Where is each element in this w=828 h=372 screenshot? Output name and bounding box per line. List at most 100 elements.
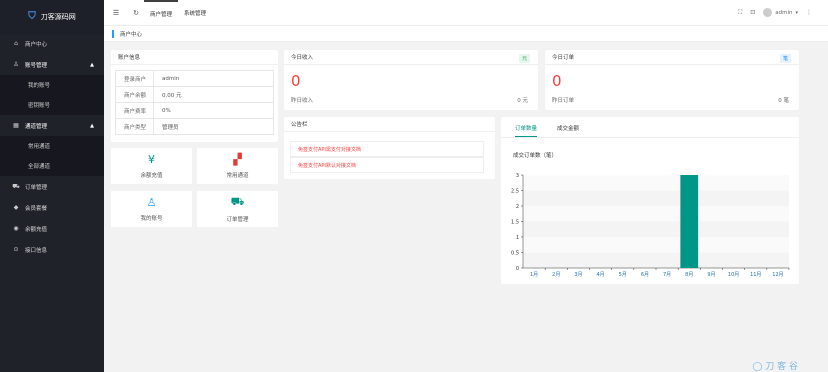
x-tick-label: 11月 bbox=[750, 272, 761, 278]
quick-channels-button[interactable]: ▞ 常用通道 bbox=[197, 148, 278, 184]
sidebar-group-channel[interactable]: ▦ 通道管理 ▲ bbox=[0, 115, 104, 136]
tab-merchant[interactable]: 商户管理 bbox=[144, 0, 179, 26]
y-tick-label: 0.5 bbox=[511, 251, 519, 257]
refresh-icon[interactable]: ↻ bbox=[128, 9, 144, 17]
row-value: 0% bbox=[153, 102, 274, 119]
sidebar-item-label: 商户中心 bbox=[25, 41, 48, 48]
apps-icon: ▞ bbox=[233, 153, 242, 166]
user-menu[interactable]: admin ▾ bbox=[763, 8, 798, 17]
home-icon: ⌂ bbox=[14, 40, 18, 47]
row-value: admin bbox=[153, 70, 274, 87]
sidebar: ⛉ 刀客源码网 ⌂ 商户中心 ♙ 账号管理 ▲ 我的账号 密钥账号 ▦ 通道管理… bbox=[0, 0, 104, 372]
notice-item[interactable]: 免签支付API需支付对接文档 bbox=[290, 141, 484, 157]
user-icon: ♙ bbox=[146, 196, 157, 209]
cart-icon: ⛟ bbox=[12, 182, 20, 190]
account-info-table: 登录商户 admin 商户余额 0.00 元 商户费率 0% 商户类型 管理员 bbox=[115, 70, 274, 135]
app-root: ⛉ 刀客源码网 ⌂ 商户中心 ♙ 账号管理 ▲ 我的账号 密钥账号 ▦ 通道管理… bbox=[0, 0, 828, 372]
card-title: 公告栏 bbox=[284, 117, 495, 132]
x-tick-label: 7月 bbox=[663, 272, 671, 278]
sidebar-item-label: 余额充值 bbox=[25, 226, 48, 233]
sidebar-item-orders[interactable]: ⛟ 订单管理 bbox=[0, 176, 104, 197]
orders-sub-value: 0 笔 bbox=[778, 98, 789, 104]
today-income-card: 今日收入 元 0 昨日收入 0 元 bbox=[284, 50, 538, 110]
more-icon[interactable]: ⋮ bbox=[806, 9, 812, 16]
user-name: admin bbox=[775, 9, 793, 16]
watermark: ◯ 刀 客 谷 bbox=[752, 362, 798, 372]
sidebar-item-my-account[interactable]: 我的账号 bbox=[0, 75, 104, 95]
y-tick-label: 1.5 bbox=[511, 220, 519, 226]
table-row: 商户余额 0.00 元 bbox=[115, 86, 274, 103]
cart-icon: ⛟ bbox=[230, 195, 245, 208]
row-key: 商户余额 bbox=[115, 86, 154, 103]
lock-icon[interactable]: ⊡ bbox=[750, 9, 755, 16]
chart-band bbox=[523, 221, 789, 237]
chevron-up-icon: ▲ bbox=[90, 61, 94, 68]
user-icon: ♙ bbox=[13, 61, 19, 68]
chart-band bbox=[523, 237, 789, 253]
x-tick-label: 8月 bbox=[685, 272, 693, 278]
y-tick-label: 2 bbox=[516, 204, 519, 210]
notice-item[interactable]: 免签支付API默认对接文档 bbox=[290, 157, 484, 173]
row-value: 管理员 bbox=[153, 118, 274, 135]
quick-account-button[interactable]: ♙ 我的账号 bbox=[111, 191, 192, 227]
x-tick-label: 5月 bbox=[619, 272, 627, 278]
y-tick-label: 1 bbox=[516, 235, 519, 241]
quick-label: 余额充值 bbox=[140, 173, 163, 179]
chart-band bbox=[523, 190, 789, 206]
notice-card: 公告栏 免签支付API需支付对接文档 免签支付API默认对接文档 bbox=[284, 117, 495, 179]
avatar bbox=[763, 8, 773, 17]
sidebar-group-account[interactable]: ♙ 账号管理 ▲ bbox=[0, 54, 104, 75]
topbar: ☰ ↻ 商户管理 系统管理 ⛶ ⊡ admin ▾ ⋮ bbox=[104, 0, 828, 26]
sidebar-item-label: 账号管理 bbox=[25, 62, 48, 69]
sidebar-submenu-channel: 常用通道 全部通道 bbox=[0, 136, 104, 176]
menu-toggle-icon[interactable]: ☰ bbox=[108, 9, 124, 17]
breadcrumb: 商户中心 bbox=[104, 26, 828, 42]
x-tick-label: 10月 bbox=[728, 272, 739, 278]
sidebar-item-recharge[interactable]: ◉ 余额充值 bbox=[0, 218, 104, 239]
table-row: 登录商户 admin bbox=[115, 70, 274, 87]
tab-settings[interactable]: 系统管理 bbox=[178, 0, 212, 26]
sidebar-item-label: 会员套餐 bbox=[25, 205, 48, 212]
income-sub-label: 昨日收入 bbox=[291, 98, 314, 104]
chart-card: 订单数量 成交金额 成交订单数（笔） 0 0.5 1 1.5 2 2.5 3 1月 2月 3月 4月… bbox=[501, 117, 799, 284]
app-title: 刀客源码网 bbox=[40, 12, 76, 21]
sidebar-item-home[interactable]: ⌂ 商户中心 bbox=[0, 33, 104, 54]
breadcrumb-current[interactable]: 商户中心 bbox=[120, 30, 142, 38]
card-title: 今日收入 bbox=[284, 50, 538, 65]
chart-bar bbox=[680, 175, 699, 268]
chevron-up-icon: ▲ bbox=[90, 122, 94, 129]
sidebar-item-label: 接口信息 bbox=[25, 247, 48, 254]
sidebar-item-api[interactable]: ⊙ 接口信息 bbox=[0, 239, 104, 260]
row-value: 0.00 元 bbox=[153, 86, 274, 103]
today-orders-card: 今日订单 笔 0 昨日订单 0 笔 bbox=[545, 50, 799, 110]
x-tick-label: 6月 bbox=[641, 272, 649, 278]
table-row: 商户类型 管理员 bbox=[115, 118, 274, 135]
row-key: 商户费率 bbox=[115, 102, 154, 119]
logo[interactable]: ⛉ 刀客源码网 bbox=[0, 0, 104, 33]
income-sub-value: 0 元 bbox=[517, 98, 528, 104]
sidebar-item-common-channel[interactable]: 常用通道 bbox=[0, 136, 104, 156]
breadcrumb-marker bbox=[112, 29, 114, 38]
fullscreen-icon[interactable]: ⛶ bbox=[738, 9, 742, 17]
x-tick-label: 1月 bbox=[530, 272, 538, 278]
y-tick-label: 2.5 bbox=[511, 189, 519, 195]
quick-recharge-button[interactable]: ¥ 余额充值 bbox=[111, 148, 192, 184]
quick-label: 我的账号 bbox=[140, 216, 163, 222]
diamond-icon: ◆ bbox=[13, 204, 19, 211]
sidebar-item-all-channel[interactable]: 全部通道 bbox=[0, 156, 104, 176]
orders-value: 0 bbox=[552, 72, 562, 90]
quick-orders-button[interactable]: ⛟ 订单管理 bbox=[197, 191, 278, 227]
chart-band bbox=[523, 252, 789, 268]
card-title: 账户信息 bbox=[111, 50, 278, 65]
yen-icon: ¥ bbox=[148, 153, 155, 166]
sidebar-item-key-account[interactable]: 密钥账号 bbox=[0, 95, 104, 115]
chart-band bbox=[523, 175, 789, 191]
coin-icon: ◉ bbox=[13, 225, 19, 232]
topbar-right: ⛶ ⊡ admin ▾ ⋮ bbox=[738, 8, 828, 17]
y-tick-label: 0 bbox=[516, 266, 519, 272]
chevron-down-icon: ▾ bbox=[795, 9, 798, 16]
y-tick-label: 3 bbox=[516, 173, 519, 179]
row-key: 登录商户 bbox=[115, 70, 154, 87]
sidebar-item-members[interactable]: ◆ 会员套餐 bbox=[0, 197, 104, 218]
info-icon: ⊙ bbox=[13, 246, 19, 253]
